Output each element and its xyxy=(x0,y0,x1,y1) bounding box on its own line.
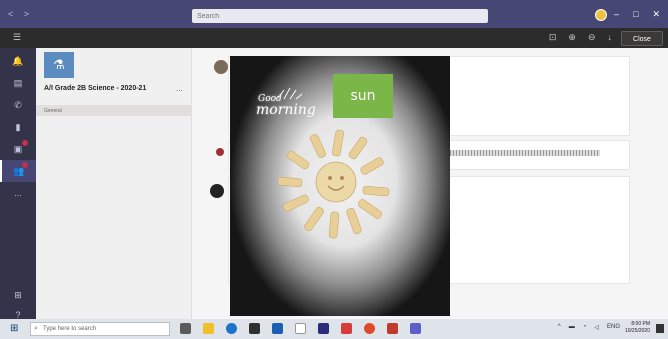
avatar xyxy=(210,184,224,198)
sun-label: sun xyxy=(333,74,393,118)
store-icon[interactable] xyxy=(249,323,260,334)
app-icon[interactable] xyxy=(318,323,329,334)
volume-icon[interactable]: ◁ xyxy=(594,324,599,331)
battery-icon[interactable]: ▬ xyxy=(569,324,575,331)
minimize-icon[interactable]: – xyxy=(614,9,619,20)
rail-calls[interactable]: ✆ xyxy=(0,94,36,116)
close-window-icon[interactable]: ✕ xyxy=(652,9,660,20)
zoom-in-icon[interactable]: ⊕ xyxy=(568,32,576,43)
morning-text: morning xyxy=(256,102,316,118)
clock-time: 8:00 PM xyxy=(631,321,650,327)
teams-taskbar-icon[interactable] xyxy=(410,323,421,334)
team-logo: ⚗ xyxy=(44,52,74,78)
download-icon[interactable]: ↓ xyxy=(608,32,613,43)
rail-assignments[interactable]: ▣ xyxy=(0,138,36,160)
fit-icon[interactable]: ⊡ xyxy=(549,32,557,43)
avatar xyxy=(216,148,224,156)
rail-activity[interactable]: 🔔 xyxy=(0,50,36,72)
team-more-button[interactable]: ... xyxy=(176,84,183,93)
team-name[interactable]: A/I Grade 2B Science - 2020-21 xyxy=(44,85,146,92)
rail-files[interactable]: ▮ xyxy=(0,116,36,138)
viewer-tools: ⊡ ⊕ ⊖ ↓ xyxy=(549,32,612,43)
task-view-icon[interactable] xyxy=(180,323,191,334)
notifications-icon[interactable] xyxy=(656,324,664,333)
app-rail: 🔔 ▤ ✆ ▮ ▣ 👥 ... ⊞ ? xyxy=(0,48,36,320)
chrome-icon[interactable] xyxy=(364,323,375,334)
close-button[interactable]: Close xyxy=(621,31,663,46)
viewer-toolbar: ☰ ⊡ ⊕ ⊖ ↓ Close xyxy=(0,28,668,48)
tray-chevron-icon[interactable]: ^ xyxy=(558,324,561,331)
system-tray: ^ ▬ ◔ ◁ ENG xyxy=(558,324,620,331)
rail-teams[interactable]: 👥 xyxy=(0,160,36,182)
rail-apps[interactable]: ⊞ xyxy=(0,284,36,306)
mail-icon[interactable] xyxy=(272,323,283,334)
taskbar-search-box[interactable]: ⌕ Type here to search xyxy=(30,322,170,336)
search-icon: ⌕ xyxy=(34,325,38,332)
more-icon: ... xyxy=(14,188,22,198)
team-panel: ⚗ A/I Grade 2B Science - 2020-21 ... Gen… xyxy=(36,48,192,319)
search-input[interactable] xyxy=(192,9,488,23)
grid-icon[interactable]: ☰ xyxy=(13,33,23,42)
hidden-text-line xyxy=(450,150,600,156)
file-explorer-icon[interactable] xyxy=(203,323,214,334)
notification-badge xyxy=(22,162,28,168)
good-morning-text: Good morning xyxy=(256,94,316,118)
windows-start-icon[interactable]: ⊞ xyxy=(10,324,20,334)
app-icon[interactable] xyxy=(295,323,306,334)
banana-sun-image xyxy=(277,129,390,239)
channel-general[interactable]: General xyxy=(36,105,192,116)
assignments-icon: ▣ xyxy=(13,143,23,154)
zoom-out-icon[interactable]: ⊖ xyxy=(588,32,596,43)
windows-taskbar: ⊞ ⌕ Type here to search ^ ▬ ◔ ◁ ENG 8:00… xyxy=(0,319,668,339)
avatar xyxy=(214,60,228,74)
image-viewer: sun Good morning xyxy=(230,56,450,316)
files-icon: ▮ xyxy=(15,121,21,132)
language-icon[interactable]: ENG xyxy=(607,324,620,331)
profile-avatar[interactable] xyxy=(595,9,607,21)
notification-badge xyxy=(22,140,28,146)
title-bar: < > – □ ✕ xyxy=(0,0,668,28)
apps-icon: ⊞ xyxy=(14,289,22,300)
maximize-icon[interactable]: □ xyxy=(633,9,638,20)
wifi-icon[interactable]: ◔ xyxy=(583,324,587,331)
activity-icon: 🔔 xyxy=(12,55,24,66)
back-forward-arrows[interactable]: < > xyxy=(8,9,33,19)
rail-more[interactable]: ... xyxy=(0,182,36,204)
good-text: Good xyxy=(258,94,282,104)
rail-chat[interactable]: ▤ xyxy=(0,72,36,94)
edge-icon[interactable] xyxy=(226,323,237,334)
taskbar-search-placeholder: Type here to search xyxy=(43,326,97,332)
chat-icon: ▤ xyxy=(13,77,23,88)
office-icon[interactable] xyxy=(341,323,352,334)
calls-icon: ✆ xyxy=(14,99,22,110)
taskbar-apps xyxy=(180,323,421,334)
clock-date: 10/25/2020 xyxy=(624,328,650,334)
app-icon[interactable] xyxy=(387,323,398,334)
clock[interactable]: 8:00 PM 10/25/2020 xyxy=(625,321,650,335)
window-controls: – □ ✕ xyxy=(614,9,660,20)
